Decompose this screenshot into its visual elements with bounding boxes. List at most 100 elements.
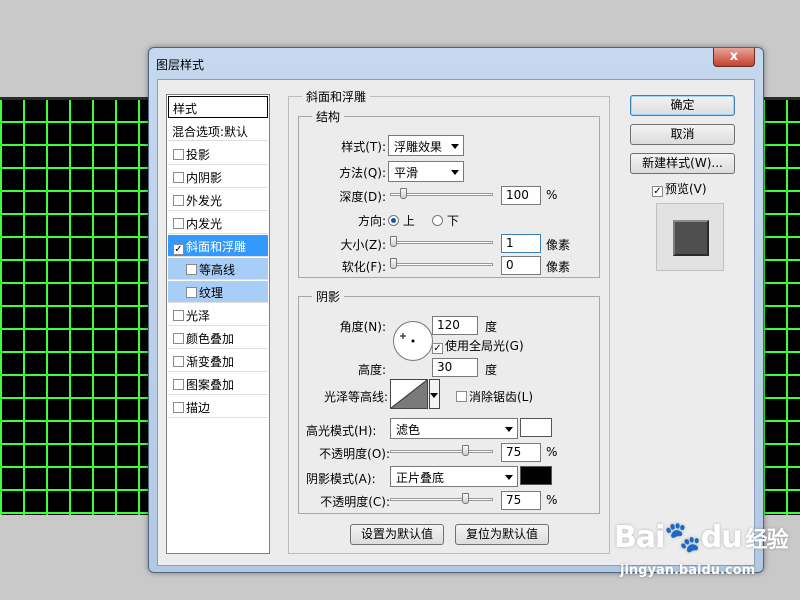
style-item-4[interactable]: ✓ 斜面和浮雕 — [168, 235, 268, 257]
style-item-label: 光泽 — [186, 309, 211, 323]
highlight-opacity-label: 不透明度(O): — [319, 447, 390, 461]
highlight-color-swatch[interactable] — [520, 418, 552, 437]
checkbox-unchecked-icon[interactable] — [173, 195, 184, 206]
direction-down-option[interactable]: 下 — [432, 212, 459, 229]
size-input[interactable]: 1 — [501, 234, 541, 253]
shadow-opacity-input[interactable]: 75 — [501, 491, 541, 510]
background-grid-left — [0, 97, 170, 515]
close-button[interactable]: x — [713, 48, 755, 67]
angle-label: 角度(N): — [339, 320, 386, 334]
checkbox-unchecked-icon[interactable] — [173, 356, 184, 367]
depth-slider-thumb[interactable] — [400, 188, 407, 199]
checkbox-unchecked-icon[interactable] — [173, 310, 184, 321]
highlight-mode-select[interactable]: 滤色 — [390, 418, 518, 439]
direction-up-option[interactable]: 上 — [388, 212, 415, 229]
style-item-1[interactable]: 内阴影 — [168, 166, 268, 188]
global-light-label: 使用全局光(G) — [445, 339, 524, 353]
contour-curve-icon — [391, 380, 427, 408]
preview-square — [673, 220, 709, 256]
style-value: 浮雕效果 — [394, 140, 443, 154]
size-slider-track[interactable] — [390, 241, 493, 244]
style-item-8[interactable]: 颜色叠加 — [168, 327, 268, 349]
shadow-opacity-track[interactable] — [390, 498, 493, 501]
checkbox-unchecked-icon[interactable] — [173, 172, 184, 183]
shadow-color-swatch[interactable] — [520, 466, 552, 485]
shadow-mode-select[interactable]: 正片叠底 — [390, 466, 518, 487]
soften-unit: 像素 — [546, 260, 571, 274]
soften-slider-thumb[interactable] — [390, 258, 397, 269]
chevron-down-icon — [451, 144, 459, 149]
styles-header[interactable]: 样式 — [168, 96, 268, 118]
style-item-10[interactable]: 图案叠加 — [168, 373, 268, 395]
global-light-option[interactable]: ✓ 使用全局光(G) — [432, 337, 524, 354]
style-item-0[interactable]: 投影 — [168, 143, 268, 165]
dialog-client: 样式 混合选项:默认 投影 内阴影 外发光 内发光 ✓ 斜面和浮雕 等高线 纹理 光泽 颜色叠加渐… — [157, 79, 755, 566]
watermark-logo: Bai🐾du 经验 — [614, 520, 789, 555]
size-unit: 像素 — [546, 238, 571, 252]
blend-options-item[interactable]: 混合选项:默认 — [168, 121, 268, 141]
ok-button[interactable]: 确定 — [630, 95, 735, 116]
checkbox-unchecked-icon[interactable] — [186, 264, 197, 275]
style-item-11[interactable]: 描边 — [168, 396, 268, 418]
checkbox-checked-icon: ✓ — [432, 343, 443, 354]
checkbox-unchecked-icon[interactable] — [173, 402, 184, 413]
soften-label: 软化(F): — [341, 260, 386, 274]
antialias-option[interactable]: 消除锯齿(L) — [456, 388, 533, 405]
style-item-label: 描边 — [186, 401, 211, 415]
direction-down-label: 下 — [446, 214, 459, 228]
style-item-3[interactable]: 内发光 — [168, 212, 268, 234]
style-select[interactable]: 浮雕效果 — [388, 135, 464, 156]
checkbox-unchecked-icon[interactable] — [186, 287, 197, 298]
checkbox-unchecked-icon[interactable] — [173, 218, 184, 229]
shadow-opacity-label: 不透明度(C): — [320, 495, 390, 509]
direction-label: 方向: — [357, 214, 386, 228]
checkbox-unchecked-icon[interactable] — [173, 333, 184, 344]
shadow-mode-value: 正片叠底 — [396, 471, 445, 485]
style-item-9[interactable]: 渐变叠加 — [168, 350, 268, 372]
chevron-down-icon — [505, 427, 513, 432]
chevron-down-icon — [451, 170, 459, 175]
soften-slider-track[interactable] — [390, 263, 493, 266]
bevel-title: 斜面和浮雕 — [302, 88, 371, 105]
direction-up-label: 上 — [402, 214, 415, 228]
style-item-2[interactable]: 外发光 — [168, 189, 268, 211]
altitude-input[interactable]: 30 — [432, 358, 478, 377]
checkbox-unchecked-icon[interactable] — [173, 379, 184, 390]
checkbox-checked-icon[interactable]: ✓ — [173, 244, 184, 255]
checkbox-unchecked-icon[interactable] — [173, 149, 184, 160]
gloss-contour-picker[interactable] — [390, 379, 428, 409]
make-default-button[interactable]: 设置为默认值 — [350, 524, 444, 545]
size-label: 大小(Z): — [340, 238, 386, 252]
cancel-button[interactable]: 取消 — [630, 124, 735, 145]
size-slider-thumb[interactable] — [390, 236, 397, 247]
antialias-label: 消除锯齿(L) — [469, 390, 534, 404]
soften-input[interactable]: 0 — [501, 256, 541, 275]
chevron-down-icon — [430, 393, 438, 398]
angle-input[interactable]: 120 — [432, 316, 478, 335]
style-item-6[interactable]: 纹理 — [168, 281, 268, 303]
new-style-button[interactable]: 新建样式(W)... — [630, 153, 735, 174]
style-item-label: 渐变叠加 — [186, 355, 235, 369]
style-item-label: 颜色叠加 — [186, 332, 235, 346]
technique-select[interactable]: 平滑 — [388, 161, 464, 182]
preview-option[interactable]: ✓ 预览(V) — [652, 180, 707, 197]
shading-title: 阴影 — [312, 288, 345, 305]
checkbox-checked-icon: ✓ — [652, 186, 663, 197]
style-preview — [656, 203, 724, 271]
highlight-opacity-track[interactable] — [390, 450, 493, 453]
altitude-label: 高度: — [357, 363, 386, 377]
highlight-opacity-input[interactable]: 75 — [501, 443, 541, 462]
layer-style-dialog: 图层样式 x 样式 混合选项:默认 投影 内阴影 外发光 内发光 ✓ 斜面和浮雕 等高线 纹理… — [148, 47, 764, 573]
style-item-5[interactable]: 等高线 — [168, 258, 268, 280]
shadow-opacity-thumb[interactable] — [462, 493, 469, 504]
reset-default-button[interactable]: 复位为默认值 — [455, 524, 549, 545]
technique-value: 平滑 — [394, 166, 419, 180]
angle-dial[interactable] — [393, 321, 433, 361]
style-item-label: 等高线 — [199, 263, 236, 277]
contour-dropdown-button[interactable] — [429, 379, 440, 409]
depth-input[interactable]: 100 — [501, 186, 541, 205]
style-item-7[interactable]: 光泽 — [168, 304, 268, 326]
highlight-opacity-thumb[interactable] — [462, 445, 469, 456]
styles-list: 样式 混合选项:默认 投影 内阴影 外发光 内发光 ✓ 斜面和浮雕等高线纹理光泽颜色叠加渐… — [166, 94, 270, 554]
gloss-contour-label: 光泽等高线: — [323, 390, 388, 404]
